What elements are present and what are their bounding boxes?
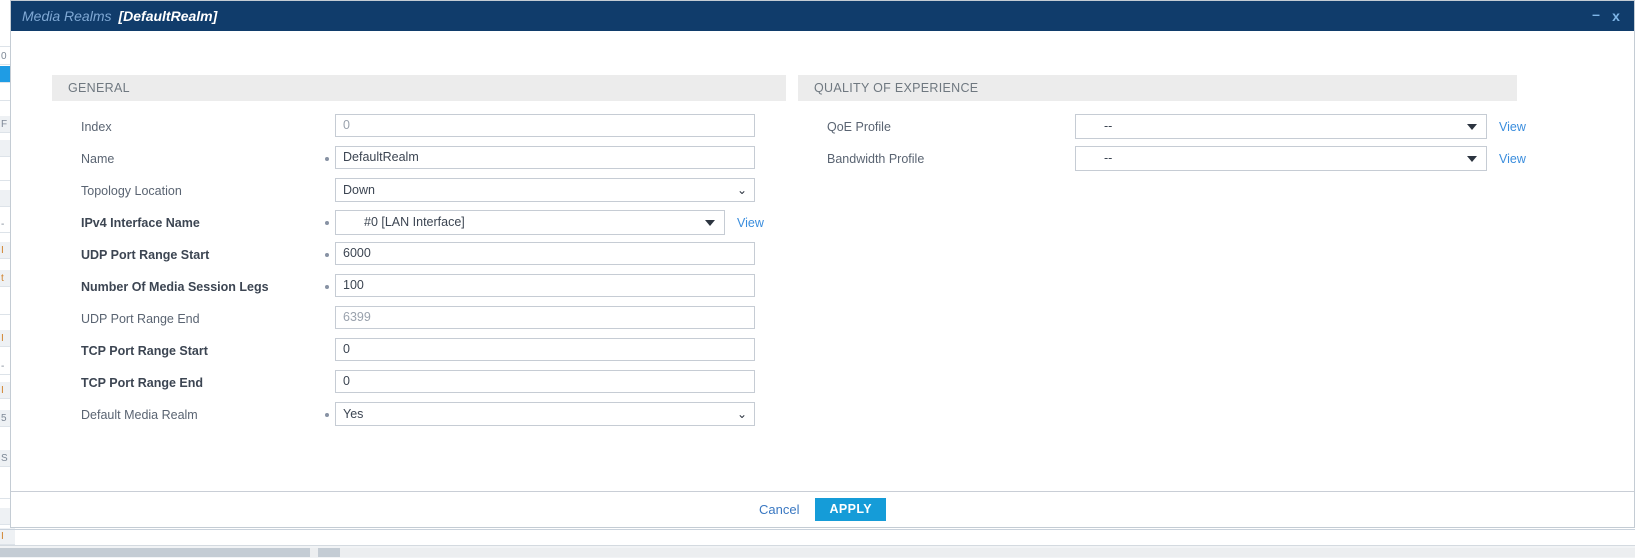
general-rows: Index 0 Name DefaultRealm Topology Location D…	[52, 111, 786, 431]
select-value: Yes	[343, 407, 364, 421]
input-name[interactable]: DefaultRealm	[335, 146, 755, 169]
chevron-down-icon: ⌄	[736, 183, 747, 197]
label-udp-port-range-end: UDP Port Range End	[81, 312, 200, 326]
form-row-tcp-port-range-start: TCP Port Range Start 0	[52, 335, 786, 367]
dropdown-value: --	[1104, 119, 1113, 133]
dialog-title-sub: [DefaultRealm]	[118, 8, 218, 24]
chevron-down-icon	[1467, 124, 1477, 130]
label-tcp-port-range-start: TCP Port Range Start	[81, 344, 208, 358]
dropdown-bandwidth-profile[interactable]: --	[1075, 146, 1487, 171]
cancel-button[interactable]: Cancel	[759, 492, 799, 527]
label-tcp-port-range-end: TCP Port Range End	[81, 376, 204, 390]
dropdown-value: #0 [LAN Interface]	[364, 215, 465, 229]
view-link-qoe-profile[interactable]: View	[1499, 111, 1526, 143]
dropdown-qoe-profile[interactable]: --	[1075, 114, 1487, 139]
dialog-title: Media Realms [DefaultRealm]	[22, 1, 217, 31]
form-row-udp-port-range-end: UDP Port Range End 6399	[52, 303, 786, 335]
label-bandwidth-profile: Bandwidth Profile	[827, 152, 925, 166]
scrollbar-track[interactable]	[245, 548, 1635, 557]
general-section-header: GENERAL	[52, 75, 786, 101]
form-row-tcp-port-range-end: TCP Port Range End 0	[52, 367, 786, 399]
label-topology-location: Topology Location	[81, 184, 182, 198]
qoe-section-header: QUALITY OF EXPERIENCE	[798, 75, 1517, 101]
background-divider	[0, 529, 1635, 530]
select-topology-location[interactable]: Down ⌄	[335, 178, 755, 202]
label-name: Name	[81, 152, 115, 166]
background-sidebar-item: I	[0, 528, 15, 545]
label-qoe-profile: QoE Profile	[827, 120, 891, 134]
dialog-footer: Cancel APPLY	[11, 491, 1634, 527]
label-udp-port-range-start: UDP Port Range Start	[81, 248, 210, 262]
qoe-rows: QoE Profile -- View Bandwidth Profile -- View	[798, 111, 1526, 175]
required-dot	[325, 157, 329, 161]
required-dot	[325, 221, 329, 225]
form-row-udp-port-range-start: UDP Port Range Start 6000	[52, 239, 786, 271]
qoe-panel: QUALITY OF EXPERIENCE QoE Profile -- View B…	[798, 75, 1526, 175]
dialog-titlebar: Media Realms [DefaultRealm] – x	[11, 1, 1634, 31]
input-number-of-media-session-legs[interactable]: 100	[335, 274, 755, 297]
label-number-of-media-session-legs: Number Of Media Session Legs	[81, 280, 269, 294]
select-value: Down	[343, 183, 375, 197]
scrollbar-thumb-secondary[interactable]	[318, 548, 340, 557]
required-dot	[325, 285, 329, 289]
close-icon[interactable]: x	[1606, 1, 1626, 31]
input-index: 0	[335, 114, 755, 137]
general-panel: GENERAL Index 0 Name DefaultRealm Topology L…	[52, 75, 786, 431]
input-udp-port-range-start[interactable]: 6000	[335, 242, 755, 265]
form-row-index: Index 0	[52, 111, 786, 143]
dialog-title-main: Media Realms	[22, 8, 112, 24]
chevron-down-icon: ⌄	[736, 407, 747, 421]
form-row-number-of-media-session-legs: Number Of Media Session Legs 100	[52, 271, 786, 303]
chevron-down-icon	[705, 220, 715, 226]
window-controls: – x	[1586, 1, 1626, 31]
background-horizontal-scrollbar[interactable]	[0, 545, 1635, 558]
view-link-bandwidth-profile[interactable]: View	[1499, 143, 1526, 175]
required-dot	[325, 253, 329, 257]
required-dot	[325, 413, 329, 417]
form-row-bandwidth-profile: Bandwidth Profile -- View	[798, 143, 1526, 175]
form-row-topology-location: Topology Location Down ⌄	[52, 175, 786, 207]
footer-actions: Cancel APPLY	[11, 492, 1634, 527]
form-row-ipv4-interface-name: IPv4 Interface Name #0 [LAN Interface] Vie…	[52, 207, 786, 239]
media-realms-dialog: Media Realms [DefaultRealm] – x GENERAL In…	[10, 0, 1635, 528]
form-row-qoe-profile: QoE Profile -- View	[798, 111, 1526, 143]
scrollbar-thumb[interactable]	[0, 548, 310, 557]
input-tcp-port-range-start[interactable]: 0	[335, 338, 755, 361]
input-tcp-port-range-end[interactable]: 0	[335, 370, 755, 393]
label-ipv4-interface-name: IPv4 Interface Name	[81, 216, 200, 230]
form-row-default-media-realm: Default Media Realm Yes ⌄	[52, 399, 786, 431]
apply-button[interactable]: APPLY	[815, 498, 886, 521]
label-index: Index	[81, 120, 112, 134]
chevron-down-icon	[1467, 156, 1477, 162]
dropdown-value: --	[1104, 151, 1113, 165]
minimize-icon[interactable]: –	[1586, 1, 1606, 29]
input-udp-port-range-end: 6399	[335, 306, 755, 329]
dialog-body: GENERAL Index 0 Name DefaultRealm Topology L…	[11, 31, 1634, 493]
select-default-media-realm[interactable]: Yes ⌄	[335, 402, 755, 426]
form-row-name: Name DefaultRealm	[52, 143, 786, 175]
view-link-ipv4-interface-name[interactable]: View	[737, 207, 764, 239]
label-default-media-realm: Default Media Realm	[81, 408, 198, 422]
dropdown-ipv4-interface-name[interactable]: #0 [LAN Interface]	[335, 210, 725, 235]
